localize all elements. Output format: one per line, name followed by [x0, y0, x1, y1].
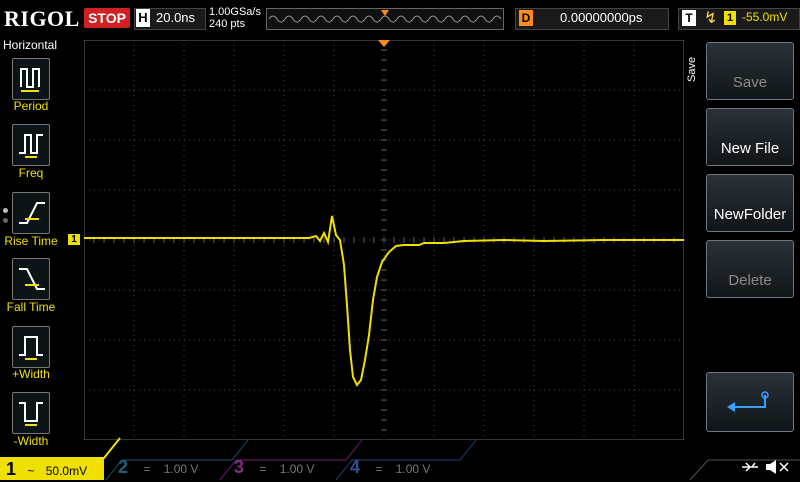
neg-width-button[interactable]: [12, 392, 50, 434]
falling-edge-icon: ↯: [704, 10, 718, 27]
rise-time-button[interactable]: [12, 192, 50, 234]
new-file-button[interactable]: New File: [706, 108, 794, 166]
ch1-number: 1: [6, 459, 17, 479]
ch4-scale: 1.00 V: [395, 462, 431, 476]
trigger-source: 1: [724, 11, 736, 25]
ch3-scale: 1.00 V: [279, 462, 315, 476]
ch1-offset-marker[interactable]: 1: [68, 234, 80, 245]
usb-icon: [742, 462, 758, 472]
trigger-label: T: [682, 10, 696, 26]
selection-dot: [3, 218, 8, 223]
ch3-tab[interactable]: 3 = 1.00 V: [234, 456, 344, 478]
fall-time-label: Fall Time: [6, 300, 56, 314]
brand-logo: RIGOL: [4, 6, 80, 31]
freq-button[interactable]: [12, 124, 50, 166]
ch2-coupling: =: [143, 462, 151, 476]
ch1-tab[interactable]: 1 ~ 50.0mV: [0, 458, 104, 480]
ch2-tab[interactable]: 2 = 1.00 V: [118, 456, 228, 478]
return-icon: [727, 391, 769, 412]
return-button[interactable]: [706, 372, 794, 432]
ch3-number: 3: [234, 457, 245, 477]
freq-icon: [19, 134, 43, 158]
rise-time-label: Rise Time: [4, 234, 58, 248]
memory-depth: 240 pts: [209, 18, 246, 30]
rise-time-icon: [19, 202, 45, 224]
ch3-coupling: =: [259, 462, 267, 476]
delay-value: 0.00000000ps: [560, 10, 643, 25]
mute-icon: [766, 460, 789, 474]
menu-tab: Save: [684, 50, 702, 96]
trigger-level: -55.0mV: [742, 10, 788, 24]
new-file-label: New File: [720, 140, 780, 157]
save-label: Save: [732, 74, 768, 91]
memory-overview[interactable]: [266, 8, 504, 30]
freq-label: Freq: [18, 166, 44, 180]
trigger-position-marker: [381, 10, 389, 16]
horizontal-label: H: [136, 9, 150, 27]
fall-time-button[interactable]: [12, 258, 50, 300]
pos-width-button[interactable]: [12, 326, 50, 368]
period-button[interactable]: [12, 58, 50, 100]
delay-label: D: [519, 10, 533, 26]
new-folder-button[interactable]: NewFolder: [706, 174, 794, 232]
menu-title: Horizontal: [2, 38, 58, 52]
new-folder-label: NewFolder: [713, 206, 787, 223]
memory-waveform-preview: [268, 10, 502, 23]
ch1-coupling: ~: [27, 464, 35, 478]
menu-tab-label: Save: [686, 56, 698, 82]
sample-rate: 1.00GSa/s: [209, 6, 261, 18]
positive-width-icon: [19, 336, 43, 360]
ch4-coupling: =: [375, 462, 383, 476]
period-label: Period: [13, 99, 49, 113]
waveform-grid[interactable]: [84, 40, 684, 440]
ch1-scale: 50.0mV: [45, 464, 88, 478]
fall-time-icon: [19, 268, 45, 290]
delete-button[interactable]: Delete: [706, 240, 794, 298]
run-stop-status[interactable]: STOP: [84, 8, 130, 28]
timebase-value: 20.0ns: [156, 10, 196, 25]
ch4-tab[interactable]: 4 = 1.00 V: [350, 456, 460, 478]
save-button[interactable]: Save: [706, 42, 794, 100]
ch4-number: 4: [350, 457, 361, 477]
pos-width-label: +Width: [12, 367, 50, 381]
selection-dot: [3, 208, 8, 213]
negative-width-icon: [19, 402, 43, 426]
ch2-number: 2: [118, 457, 129, 477]
period-icon: [20, 68, 40, 92]
status-icons: [742, 460, 789, 474]
delete-label: Delete: [728, 272, 772, 289]
sample-rate-info: 1.00GSa/s 240 pts: [209, 6, 261, 30]
ch2-scale: 1.00 V: [163, 462, 199, 476]
